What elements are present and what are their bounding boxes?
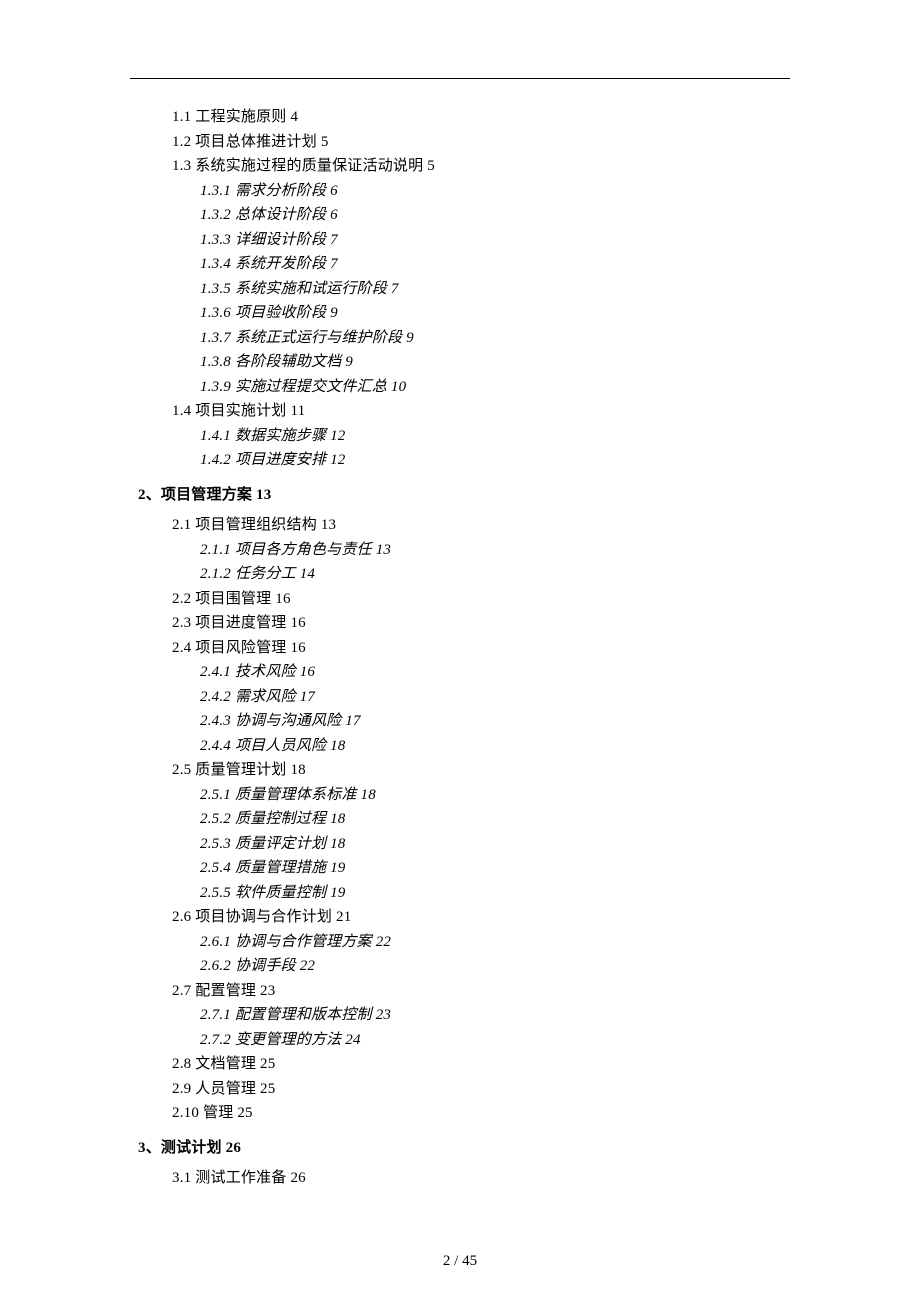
table-of-contents: 1.1 工程实施原则 41.2 项目总体推进计划 51.3 系统实施过程的质量保…: [130, 105, 790, 1191]
toc-entry: 1.3.9 实施过程提交文件汇总 10: [130, 375, 790, 400]
toc-entry: 1.3.6 项目验收阶段 9: [130, 301, 790, 326]
toc-entry: 2.6.2 协调手段 22: [130, 954, 790, 979]
page-footer: 2 / 45: [0, 1253, 920, 1270]
toc-entry: 2.5.2 质量控制过程 18: [130, 807, 790, 832]
toc-entry: 2.5.4 质量管理措施 19: [130, 856, 790, 881]
toc-entry: 2、项目管理方案 13: [130, 483, 790, 508]
toc-entry: 1.3.8 各阶段辅助文档 9: [130, 350, 790, 375]
toc-entry: 1.3.5 系统实施和试运行阶段 7: [130, 277, 790, 302]
toc-entry: 2.6 项目协调与合作计划 21: [130, 905, 790, 930]
toc-entry: 2.6.1 协调与合作管理方案 22: [130, 930, 790, 955]
toc-entry: 2.4 项目风险管理 16: [130, 636, 790, 661]
toc-entry: 2.5.5 软件质量控制 19: [130, 881, 790, 906]
toc-entry: 2.7 配置管理 23: [130, 979, 790, 1004]
toc-entry: 2.1 项目管理组织结构 13: [130, 513, 790, 538]
toc-entry: 2.1.2 任务分工 14: [130, 562, 790, 587]
toc-entry: 1.4.2 项目进度安排 12: [130, 448, 790, 473]
toc-entry: 2.5 质量管理计划 18: [130, 758, 790, 783]
toc-entry: 2.8 文档管理 25: [130, 1052, 790, 1077]
toc-entry: 2.7.1 配置管理和版本控制 23: [130, 1003, 790, 1028]
toc-entry: 3、测试计划 26: [130, 1136, 790, 1161]
top-rule: [130, 78, 790, 79]
document-page: 1.1 工程实施原则 41.2 项目总体推进计划 51.3 系统实施过程的质量保…: [0, 0, 920, 1191]
toc-entry: 1.3.2 总体设计阶段 6: [130, 203, 790, 228]
toc-entry: 3.1 测试工作准备 26: [130, 1166, 790, 1191]
toc-entry: 2.4.3 协调与沟通风险 17: [130, 709, 790, 734]
toc-entry: 1.1 工程实施原则 4: [130, 105, 790, 130]
toc-entry: 2.7.2 变更管理的方法 24: [130, 1028, 790, 1053]
toc-entry: 2.3 项目进度管理 16: [130, 611, 790, 636]
toc-entry: 2.10 管理 25: [130, 1101, 790, 1126]
toc-entry: 1.4.1 数据实施步骤 12: [130, 424, 790, 449]
toc-entry: 2.4.1 技术风险 16: [130, 660, 790, 685]
toc-entry: 2.1.1 项目各方角色与责任 13: [130, 538, 790, 563]
toc-entry: 2.4.2 需求风险 17: [130, 685, 790, 710]
toc-entry: 2.5.3 质量评定计划 18: [130, 832, 790, 857]
toc-entry: 1.3.7 系统正式运行与维护阶段 9: [130, 326, 790, 351]
toc-entry: 1.3.3 详细设计阶段 7: [130, 228, 790, 253]
toc-entry: 2.9 人员管理 25: [130, 1077, 790, 1102]
toc-entry: 2.5.1 质量管理体系标准 18: [130, 783, 790, 808]
toc-entry: 1.4 项目实施计划 11: [130, 399, 790, 424]
toc-entry: 1.2 项目总体推进计划 5: [130, 130, 790, 155]
toc-entry: 1.3.4 系统开发阶段 7: [130, 252, 790, 277]
toc-entry: 1.3.1 需求分析阶段 6: [130, 179, 790, 204]
toc-entry: 1.3 系统实施过程的质量保证活动说明 5: [130, 154, 790, 179]
toc-entry: 2.4.4 项目人员风险 18: [130, 734, 790, 759]
toc-entry: 2.2 项目围管理 16: [130, 587, 790, 612]
